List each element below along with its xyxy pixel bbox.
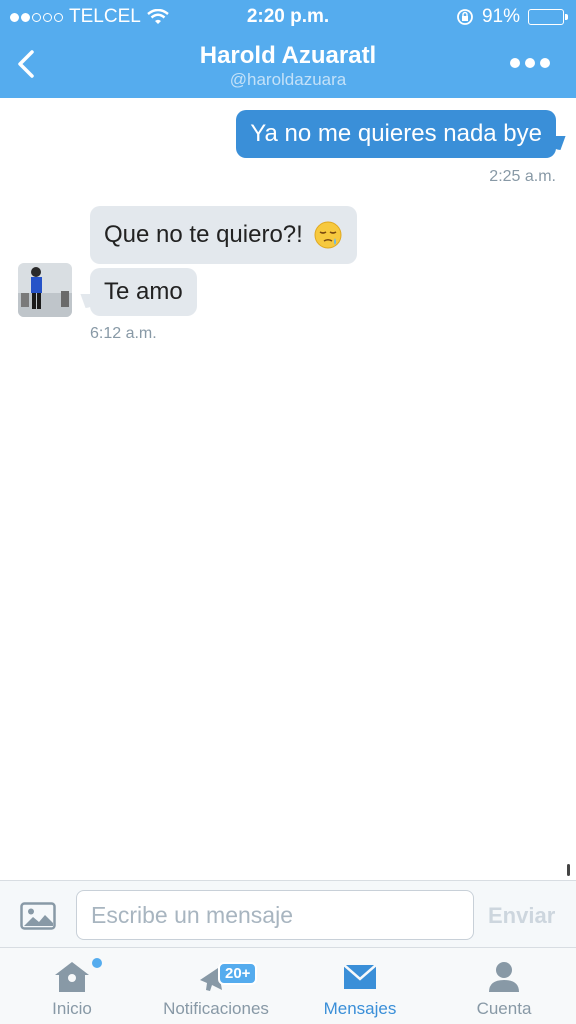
- contact-handle: @haroldazuara: [229, 70, 347, 89]
- status-bar: TELCEL 2:20 p.m. 91%: [0, 0, 576, 34]
- tab-label: Notificaciones: [163, 999, 269, 1018]
- received-message-timestamp: 6:12 a.m.: [90, 325, 157, 342]
- tab-cuenta[interactable]: Cuenta: [432, 948, 576, 1024]
- message-input[interactable]: [76, 890, 474, 940]
- message-composer: Enviar: [0, 880, 576, 948]
- tab-mensajes[interactable]: Mensajes: [288, 948, 432, 1024]
- sent-message-bubble[interactable]: Ya no me quieres nada bye: [236, 110, 556, 158]
- messages-icon: [343, 964, 377, 989]
- tab-label: Mensajes: [323, 999, 397, 1018]
- home-icon: [55, 962, 89, 992]
- account-icon: [489, 962, 519, 992]
- notifications-badge: 20+: [218, 962, 258, 985]
- pensive-face-icon: [314, 221, 342, 249]
- tab-label: Cuenta: [476, 999, 532, 1018]
- conversation-header: TELCEL 2:20 p.m. 91% Harold Azuaratl @ha…: [0, 0, 576, 98]
- battery-icon: [528, 9, 568, 25]
- avatar[interactable]: [18, 263, 72, 317]
- send-button[interactable]: Enviar: [488, 903, 555, 929]
- more-options-icon[interactable]: [510, 58, 550, 68]
- received-message-bubble[interactable]: Te amo: [90, 268, 197, 316]
- message-text: Que no te quiero?!: [104, 221, 303, 248]
- new-activity-dot: [92, 958, 102, 968]
- image-attach-icon[interactable]: [20, 902, 56, 930]
- received-message-bubble[interactable]: Que no te quiero?!: [90, 206, 357, 264]
- sent-message-timestamp: 2:25 a.m.: [489, 168, 556, 185]
- tab-notificaciones[interactable]: Notificaciones: [144, 948, 288, 1024]
- battery-percentage: 91%: [481, 6, 520, 27]
- tab-label: Inicio: [52, 999, 92, 1018]
- tab-inicio[interactable]: Inicio: [0, 948, 144, 1024]
- avatar-photo: [18, 263, 72, 317]
- contact-name: Harold Azuaratl: [199, 42, 377, 69]
- rotation-lock-icon: [457, 9, 473, 25]
- tab-bar: Inicio Notificaciones Mensajes Cuenta: [0, 948, 576, 1024]
- scroll-indicator[interactable]: [567, 864, 570, 876]
